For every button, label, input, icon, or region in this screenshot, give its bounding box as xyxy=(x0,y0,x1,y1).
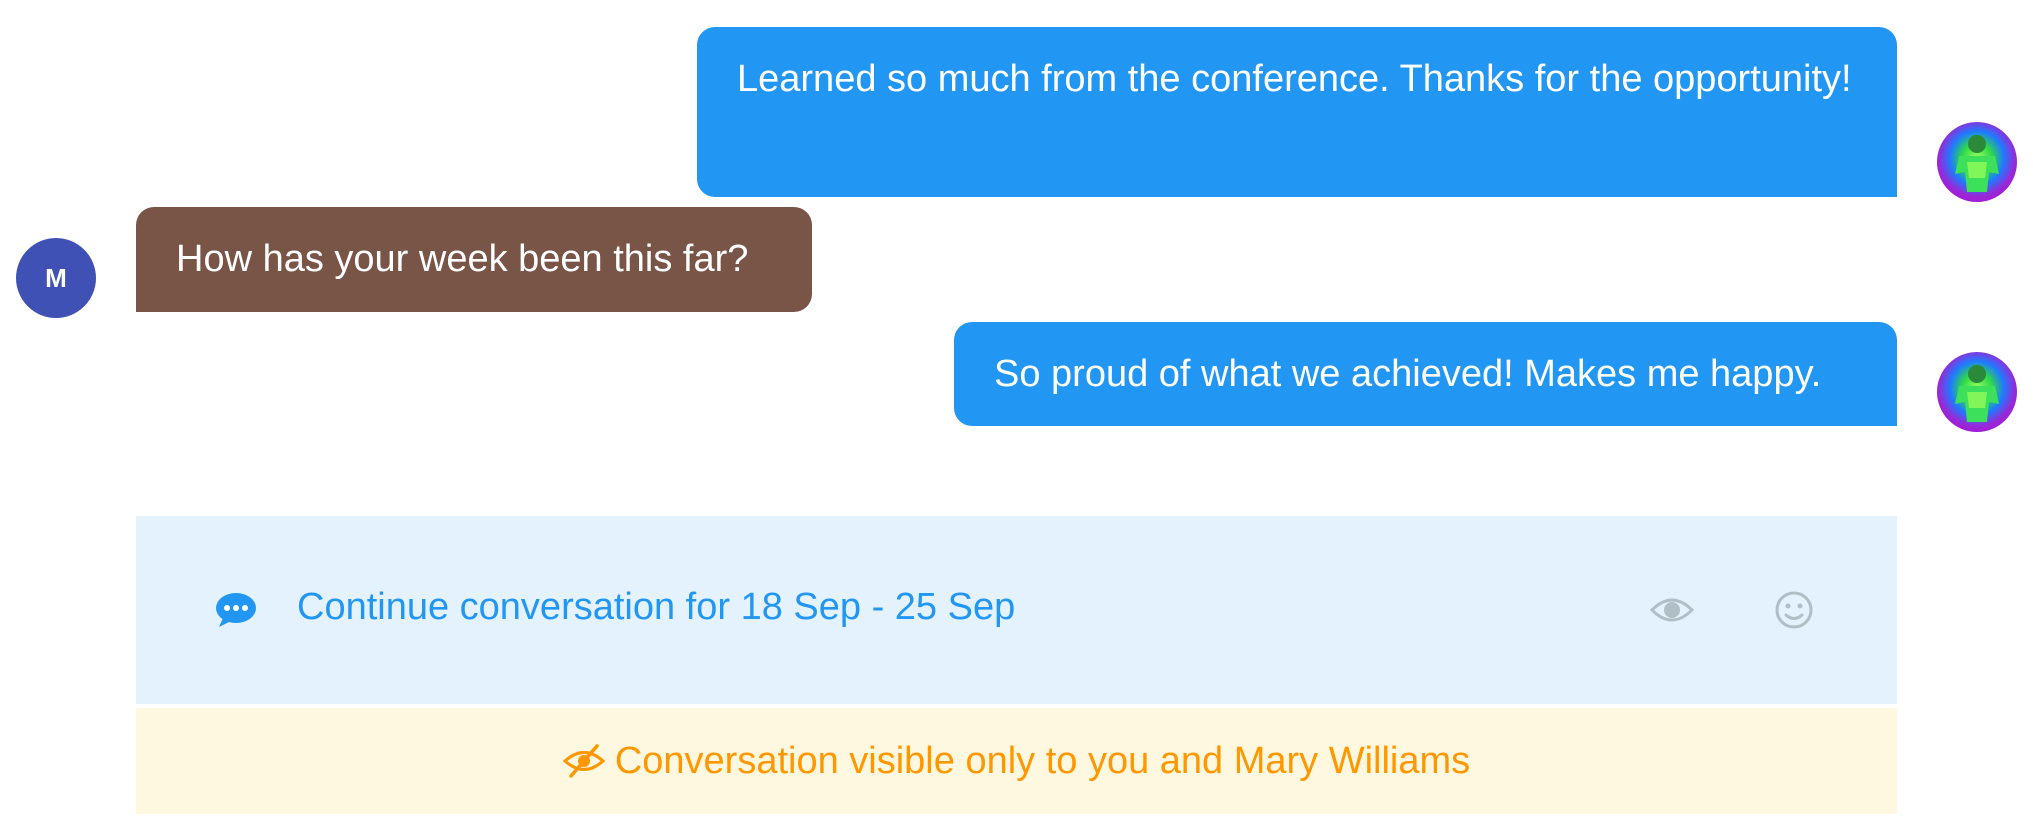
smile-icon[interactable] xyxy=(1774,590,1814,630)
message-bubble-sent: So proud of what we achieved! Makes me h… xyxy=(954,322,1897,426)
message-bubble-sent: Learned so much from the conference. Tha… xyxy=(697,27,1897,197)
contact-avatar[interactable]: M xyxy=(16,238,96,318)
message-text: How has your week been this far? xyxy=(176,238,749,280)
eye-slash-icon xyxy=(562,744,605,778)
avatar-figure-icon xyxy=(1955,365,1999,422)
message-bubble-received: How has your week been this far? xyxy=(136,207,812,312)
message-text: So proud of what we achieved! Makes me h… xyxy=(994,353,1822,395)
privacy-notice: Conversation visible only to you and Mar… xyxy=(136,708,1897,814)
user-avatar[interactable] xyxy=(1937,352,2017,432)
eye-icon[interactable] xyxy=(1650,590,1694,630)
message-text: Learned so much from the conference. Tha… xyxy=(737,58,1852,100)
continue-conversation-link[interactable]: Continue conversation for 18 Sep - 25 Se… xyxy=(297,582,1015,632)
privacy-notice-text: Conversation visible only to you and Mar… xyxy=(614,740,1471,782)
user-avatar[interactable] xyxy=(1937,122,2017,202)
privacy-notice-content: Conversation visible only to you and Mar… xyxy=(562,737,1471,785)
avatar-figure-icon xyxy=(1955,135,1999,192)
chat-bubble-icon xyxy=(216,593,256,627)
continue-conversation-bar[interactable]: Continue conversation for 18 Sep - 25 Se… xyxy=(136,516,1897,704)
